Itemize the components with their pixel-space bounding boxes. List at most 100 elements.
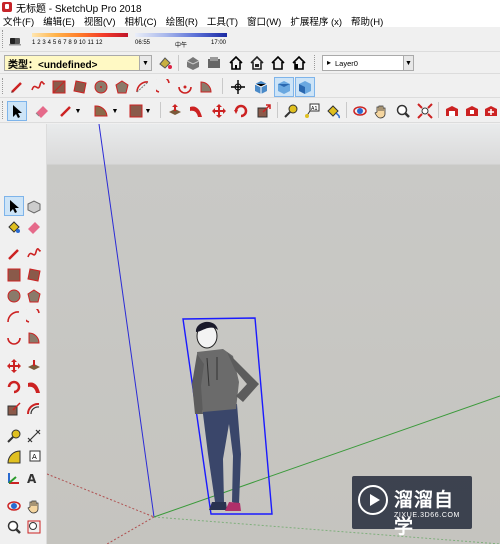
polygon-icon[interactable] [113, 78, 131, 96]
rotate-icon[interactable] [5, 378, 23, 396]
month-slider-track[interactable] [32, 33, 128, 37]
menu-help[interactable]: 帮助(H) [351, 14, 383, 28]
chevron-down-icon[interactable]: ▼ [110, 102, 120, 120]
push-pull-icon[interactable] [166, 102, 184, 120]
rotated-rectangle-icon[interactable] [71, 78, 89, 96]
month-slider[interactable]: 1 2 3 4 5 6 7 8 9 10 11 12 [32, 30, 128, 50]
time-slider[interactable]: 06:55 中午 17:00 [135, 30, 227, 50]
menu-extensions[interactable]: 扩展程序 (x) [290, 14, 342, 28]
tape-measure-icon[interactable] [282, 102, 300, 120]
home-icon[interactable] [227, 54, 245, 72]
scale-icon[interactable] [5, 400, 23, 418]
warehouse-icon[interactable] [443, 102, 461, 120]
paint-bucket-style-icon[interactable] [156, 54, 174, 72]
menu-tools[interactable]: 工具(T) [207, 14, 238, 28]
watermark-badge: 溜溜自学 ZIXUE.3D66.COM [352, 476, 472, 538]
toolbar-grip[interactable] [2, 30, 5, 48]
toolbar-grip[interactable] [314, 55, 317, 70]
orbit-icon[interactable] [351, 102, 369, 120]
menu-edit[interactable]: 编辑(E) [43, 14, 75, 28]
zoom-icon[interactable] [394, 102, 412, 120]
pencil-icon[interactable] [8, 78, 26, 96]
shadow-toggle-icon[interactable] [6, 31, 24, 49]
layer-select[interactable]: ▸ Layer0 ▼ [322, 55, 414, 71]
freehand-icon[interactable] [25, 245, 43, 263]
menu-draw[interactable]: 绘图(R) [166, 14, 198, 28]
chevron-down-icon[interactable]: ▼ [139, 56, 151, 70]
rotate-icon[interactable] [232, 102, 250, 120]
component-icon[interactable] [184, 54, 202, 72]
menu-view[interactable]: 视图(V) [84, 14, 116, 28]
pie-icon[interactable] [25, 329, 43, 347]
eraser-icon[interactable] [25, 218, 43, 236]
text-tool-icon[interactable]: A1 [303, 102, 321, 120]
tape-measure-icon[interactable] [5, 427, 23, 445]
follow-me-icon[interactable] [25, 378, 43, 396]
menu-file[interactable]: 文件(F) [3, 14, 34, 28]
rectangle-icon[interactable] [50, 78, 68, 96]
scale-icon[interactable] [255, 102, 273, 120]
zoom-window-icon[interactable] [25, 518, 43, 536]
select-arrow-icon[interactable] [4, 196, 24, 216]
separator [160, 102, 161, 118]
text-tool-icon[interactable]: A [25, 448, 43, 466]
toolbar-grip[interactable] [2, 78, 5, 94]
circle-icon[interactable] [92, 78, 110, 96]
share-model-icon[interactable] [482, 102, 500, 120]
two-point-arc-icon[interactable] [25, 308, 43, 326]
rotated-rectangle-icon[interactable] [25, 266, 43, 284]
three-point-arc-icon[interactable] [5, 329, 23, 347]
time-start-label: 06:55 [135, 40, 151, 46]
chevron-down-icon[interactable]: ▼ [143, 102, 153, 120]
axes-icon[interactable] [229, 78, 247, 96]
protractor-icon[interactable] [5, 448, 23, 466]
type-select-value: 类型：<undefined> [8, 59, 98, 71]
3d-text-icon[interactable]: A [25, 469, 43, 487]
eraser-icon[interactable] [33, 102, 51, 120]
top-view-icon[interactable] [274, 77, 294, 97]
house-side-icon[interactable] [290, 54, 308, 72]
paint-bucket-icon[interactable] [5, 218, 23, 236]
group-icon[interactable] [205, 54, 223, 72]
zoom-icon[interactable] [5, 518, 23, 536]
move-icon[interactable] [210, 102, 228, 120]
make-component-icon[interactable] [25, 197, 43, 215]
orbit-icon[interactable] [5, 497, 23, 515]
freehand-icon[interactable] [29, 78, 47, 96]
toolbar-grip[interactable] [2, 101, 5, 119]
offset-icon[interactable] [25, 400, 43, 418]
arc-icon[interactable] [5, 308, 23, 326]
chevron-down-icon[interactable]: ▼ [403, 56, 413, 70]
house-icon[interactable] [248, 54, 266, 72]
rectangle-icon[interactable] [5, 266, 23, 284]
time-slider-track[interactable] [135, 33, 227, 37]
push-pull-icon[interactable] [25, 357, 43, 375]
extension-warehouse-icon[interactable] [463, 102, 481, 120]
line-tool-icon[interactable] [5, 245, 23, 263]
two-point-arc-icon[interactable] [155, 78, 173, 96]
axes-icon[interactable] [5, 469, 23, 487]
house-outline-icon[interactable] [269, 54, 287, 72]
circle-icon[interactable] [5, 287, 23, 305]
move-icon[interactable] [5, 357, 23, 375]
arc-tool-icon[interactable] [92, 102, 110, 120]
paint-bucket-icon[interactable] [324, 102, 342, 120]
menu-window[interactable]: 窗口(W) [247, 14, 281, 28]
person-figure[interactable] [182, 317, 273, 515]
chevron-down-icon[interactable]: ▼ [73, 102, 83, 120]
arc-icon[interactable] [134, 78, 152, 96]
follow-me-icon[interactable] [187, 102, 205, 120]
pie-icon[interactable] [197, 78, 215, 96]
polygon-icon[interactable] [25, 287, 43, 305]
select-arrow-icon[interactable] [7, 101, 27, 121]
front-view-icon[interactable] [295, 77, 315, 97]
dimension-icon[interactable] [25, 427, 43, 445]
three-point-arc-icon[interactable] [176, 78, 194, 96]
menu-camera[interactable]: 相机(C) [124, 14, 156, 28]
iso-view-icon[interactable] [252, 78, 270, 96]
zoom-extents-icon[interactable] [416, 102, 434, 120]
sketchup-app-icon [2, 2, 12, 12]
pan-hand-icon[interactable] [372, 102, 390, 120]
type-select[interactable]: 类型：<undefined> ▼ [4, 55, 152, 71]
pan-hand-icon[interactable] [25, 497, 43, 515]
